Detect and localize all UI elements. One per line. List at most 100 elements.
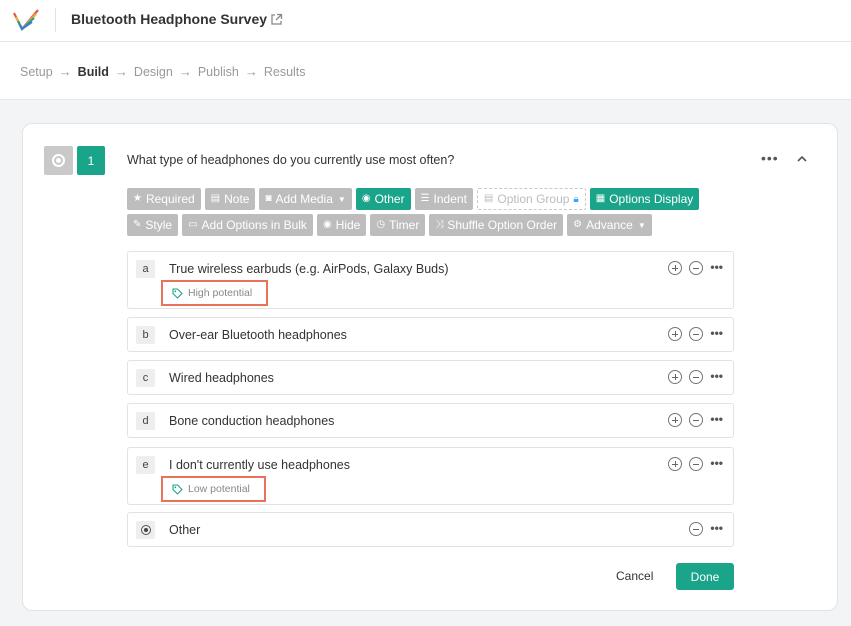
more-options-icon[interactable]: ••• xyxy=(710,327,723,339)
steps-bar: Setup → Build → Design → Publish → Resul… xyxy=(0,42,851,100)
external-link-icon[interactable] xyxy=(270,13,283,26)
option-actions: ••• xyxy=(668,457,723,471)
option-tag[interactable]: Low potential xyxy=(161,476,266,502)
question-text[interactable]: What type of headphones do you currently… xyxy=(127,153,454,167)
toolbar-button-label: Timer xyxy=(389,218,420,232)
toolbar-button-timer[interactable]: ◷ Timer xyxy=(370,214,426,236)
more-options-icon[interactable]: ••• xyxy=(710,457,723,469)
toolbar-button-label: Options Display xyxy=(609,192,694,206)
toolbar-button-options-display[interactable]: ▦ Options Display xyxy=(589,188,700,210)
option-text[interactable]: I don't currently use headphones xyxy=(169,458,350,472)
note-icon: ▤ xyxy=(210,193,221,204)
toolbar-button-label: Hide xyxy=(335,218,361,232)
question-number: 1 xyxy=(77,146,105,175)
toolbar-button-required[interactable]: ★ Required xyxy=(127,188,201,210)
step-publish[interactable]: Publish xyxy=(198,65,239,79)
lock-icon: 🔒︎ xyxy=(573,193,579,205)
done-button[interactable]: Done xyxy=(676,563,734,590)
option-text[interactable]: Wired headphones xyxy=(169,371,274,385)
option-text[interactable]: Over-ear Bluetooth headphones xyxy=(169,328,347,342)
option-actions: ••• xyxy=(668,413,723,427)
remove-option-icon[interactable] xyxy=(689,457,704,471)
toolbar-button-option-group[interactable]: ▤ Option Group 🔒︎ xyxy=(476,188,586,210)
remove-option-icon[interactable] xyxy=(689,327,704,341)
arrow-right-icon: → xyxy=(244,64,258,79)
remove-option-icon[interactable] xyxy=(689,261,704,275)
arrow-right-icon: → xyxy=(178,64,192,79)
more-options-icon[interactable]: ••• xyxy=(710,261,723,273)
toolbar-button-add-media[interactable]: ◙ Add Media ▼ xyxy=(259,188,352,210)
option-actions: ••• xyxy=(668,370,723,384)
option-b[interactable]: b Over-ear Bluetooth headphones ••• xyxy=(127,317,734,352)
add-option-icon[interactable] xyxy=(668,370,683,384)
toolbar-button-shuffle-option-order[interactable]: ⤨ Shuffle Option Order xyxy=(429,214,564,236)
cancel-button[interactable]: Cancel xyxy=(616,569,653,583)
tag-icon xyxy=(172,483,183,495)
more-options-icon[interactable]: ••• xyxy=(710,370,723,382)
option-letter: e xyxy=(136,456,155,474)
grid-icon: ▦ xyxy=(595,193,606,204)
survey-title: Bluetooth Headphone Survey xyxy=(71,11,268,27)
toolbar-button-label: Indent xyxy=(433,192,467,206)
add-option-icon[interactable] xyxy=(668,413,683,427)
toolbar-button-label: Required xyxy=(145,192,195,206)
clock-icon: ◷ xyxy=(376,219,386,230)
toolbar-button-label: Note xyxy=(224,192,250,206)
remove-option-icon[interactable] xyxy=(689,413,704,427)
add-option-icon[interactable] xyxy=(668,457,683,471)
remove-option-icon[interactable] xyxy=(689,370,704,384)
option-actions: ••• xyxy=(668,261,723,275)
option-text[interactable]: Bone conduction headphones xyxy=(169,414,334,428)
group-icon: ▤ xyxy=(483,193,494,204)
option-c[interactable]: c Wired headphones ••• xyxy=(127,360,734,395)
eye-icon: ◉ xyxy=(322,219,332,230)
option-a[interactable]: a True wireless earbuds (e.g. AirPods, G… xyxy=(127,251,734,309)
indent-icon: ☰ xyxy=(420,193,430,204)
option-actions: ••• xyxy=(668,327,723,341)
toolbar-button-hide[interactable]: ◉ Hide xyxy=(316,214,367,236)
step-build[interactable]: Build xyxy=(78,65,109,79)
gear-icon: ⚙ xyxy=(573,219,583,230)
step-results[interactable]: Results xyxy=(264,65,306,79)
shuffle-icon: ⤨ xyxy=(435,219,444,230)
question-toolbar: ★ Required ▤ Note ◙ Add Media ▼ ◉ Other ☰ Indent ▤ O… xyxy=(127,188,747,236)
option-text[interactable]: Other xyxy=(169,523,200,537)
toolbar-button-advance[interactable]: ⚙ Advance ▼ xyxy=(567,214,652,236)
caret-down-icon: ▼ xyxy=(337,194,346,204)
more-options-icon[interactable]: ••• xyxy=(761,150,779,166)
camera-icon: ◙ xyxy=(265,193,272,204)
add-option-icon[interactable] xyxy=(668,327,683,341)
tag-icon xyxy=(172,287,183,299)
toolbar-button-add-options-in-bulk[interactable]: ▭ Add Options in Bulk xyxy=(182,214,313,236)
toolbar-button-other[interactable]: ◉ Other xyxy=(355,188,411,210)
toolbar-button-note[interactable]: ▤ Note xyxy=(204,188,256,210)
option-d[interactable]: d Bone conduction headphones ••• xyxy=(127,403,734,438)
toolbar-button-label: Advance xyxy=(586,218,633,232)
toolbar-button-label: Other xyxy=(374,192,405,206)
star-icon: ★ xyxy=(133,193,142,204)
tag-label: High potential xyxy=(188,287,253,299)
app-logo-icon[interactable] xyxy=(11,7,41,35)
option-text[interactable]: True wireless earbuds (e.g. AirPods, Gal… xyxy=(169,262,449,276)
arrow-right-icon: → xyxy=(114,64,128,79)
add-option-icon[interactable] xyxy=(668,261,683,275)
tag-label: Low potential xyxy=(188,483,250,495)
step-design[interactable]: Design xyxy=(134,65,173,79)
divider xyxy=(55,8,56,32)
toolbar-button-indent[interactable]: ☰ Indent xyxy=(414,188,473,210)
question-type-radio-icon[interactable] xyxy=(44,146,73,175)
remove-option-icon[interactable] xyxy=(689,522,704,536)
top-bar: Bluetooth Headphone Survey xyxy=(0,0,851,42)
option-letter: d xyxy=(136,412,155,430)
more-options-icon[interactable]: ••• xyxy=(710,522,723,534)
toolbar-button-style[interactable]: ✎ Style xyxy=(127,214,179,236)
option-letter: c xyxy=(136,369,155,387)
more-options-icon[interactable]: ••• xyxy=(710,413,723,425)
arrow-right-icon: → xyxy=(58,64,72,79)
option-e[interactable]: e I don't currently use headphones ••• L… xyxy=(127,447,734,505)
option-other[interactable]: Other ••• xyxy=(127,512,734,547)
chevron-up-icon[interactable] xyxy=(795,152,809,166)
brush-icon: ✎ xyxy=(133,219,142,230)
step-setup[interactable]: Setup xyxy=(20,65,53,79)
option-tag[interactable]: High potential xyxy=(161,280,269,306)
